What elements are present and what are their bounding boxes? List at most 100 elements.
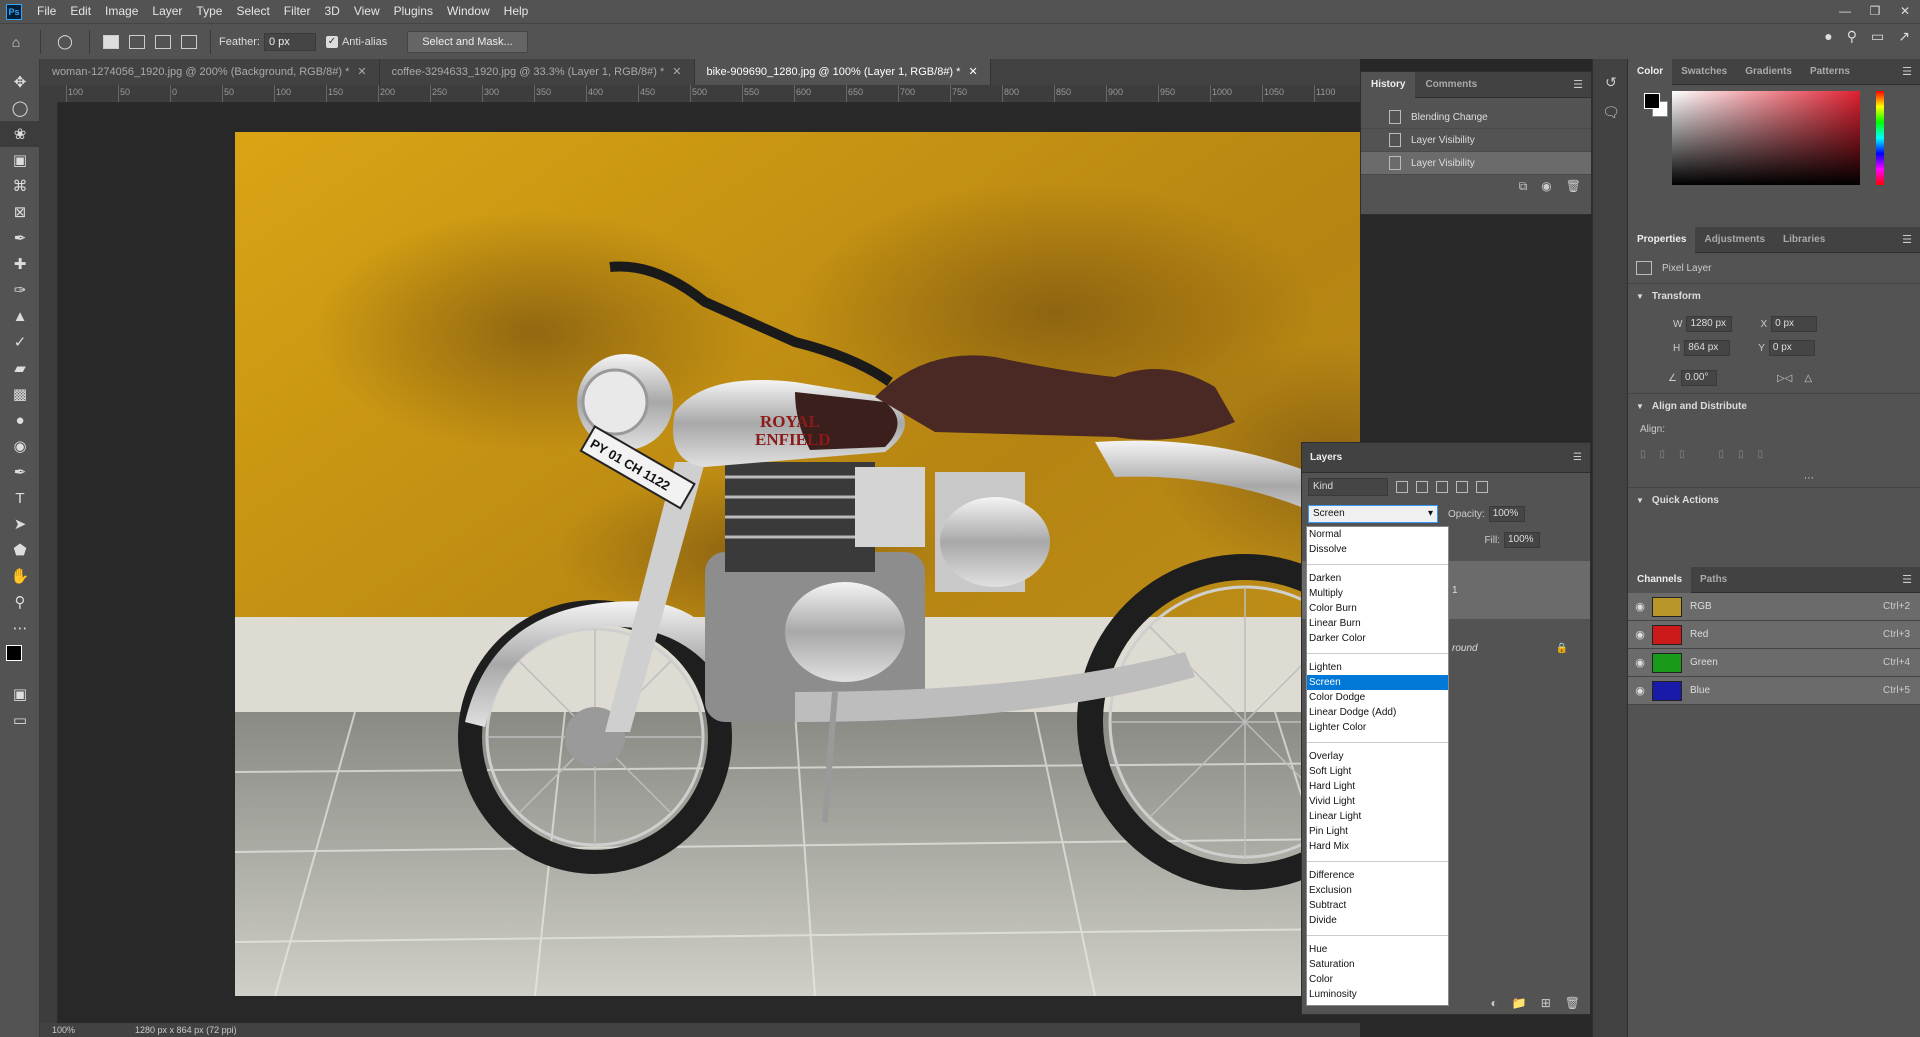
blend-option[interactable]: Lighter Color (1307, 720, 1448, 735)
healing-brush-tool-icon[interactable]: ✚ (0, 251, 40, 277)
screen-mode-icon[interactable]: ▭ (0, 707, 40, 733)
align-bottom-icon[interactable]: ▯ (1758, 449, 1764, 460)
top-ruler[interactable]: 100 50 0 50 100 150 200 250 300 350 400 450 500 550 60… (58, 85, 1360, 103)
visibility-eye-icon[interactable]: ◉ (1628, 656, 1652, 669)
feather-input[interactable]: 0 px (263, 32, 316, 51)
shape-filter-icon[interactable] (1456, 481, 1468, 493)
menu-layer[interactable]: Layer (145, 0, 189, 23)
y-input[interactable]: 0 px (1768, 340, 1815, 356)
align-section-title[interactable]: ▼ Align and Distribute (1628, 393, 1920, 419)
blend-option[interactable]: Saturation (1307, 957, 1448, 972)
minimize-icon[interactable]: — (1830, 0, 1860, 23)
history-brush-tool-icon[interactable]: ✓ (0, 329, 40, 355)
tab-gradients[interactable]: Gradients (1736, 59, 1801, 85)
lock-icon[interactable]: 🔒 (1556, 643, 1568, 654)
add-selection-icon[interactable] (129, 34, 145, 49)
type-tool-icon[interactable]: T (0, 485, 40, 511)
path-selection-tool-icon[interactable]: ➤ (0, 511, 40, 537)
kind-filter-select[interactable]: Kind (1308, 478, 1388, 496)
blend-option[interactable]: Soft Light (1307, 764, 1448, 779)
pen-tool-icon[interactable]: ✒ (0, 459, 40, 485)
panel-menu-icon[interactable]: ☰ (1902, 573, 1912, 586)
pixel-filter-icon[interactable] (1396, 481, 1408, 493)
trash-icon[interactable]: 🗑 (1565, 996, 1580, 1010)
blend-option[interactable]: Pin Light (1307, 824, 1448, 839)
move-tool-icon[interactable]: ✥ (0, 69, 40, 95)
smart-object-filter-icon[interactable] (1476, 481, 1488, 493)
new-document-from-state-icon[interactable]: ⧉ (1519, 179, 1528, 194)
snapshot-icon[interactable]: ◉ (1541, 179, 1551, 194)
flip-vertical-icon[interactable]: △ (1804, 373, 1812, 384)
more-options-icon[interactable]: ⋯ (1628, 469, 1920, 487)
layers-title[interactable]: Layers (1310, 452, 1342, 463)
blend-option[interactable]: Normal (1307, 527, 1448, 542)
tab-patterns[interactable]: Patterns (1801, 59, 1859, 85)
quick-actions-section-title[interactable]: ▼ Quick Actions (1628, 487, 1920, 513)
blend-option[interactable]: Color (1307, 972, 1448, 987)
dodge-tool-icon[interactable]: ◉ (0, 433, 40, 459)
blur-tool-icon[interactable]: ● (0, 407, 40, 433)
align-middle-icon[interactable]: ▯ (1738, 449, 1744, 460)
blend-option[interactable]: Vivid Light (1307, 794, 1448, 809)
blend-option[interactable]: Linear Dodge (Add) (1307, 705, 1448, 720)
history-panel-icon[interactable]: ↺ (1593, 67, 1629, 97)
type-filter-icon[interactable] (1436, 481, 1448, 493)
opacity-input[interactable]: 100% (1488, 506, 1525, 522)
history-row[interactable]: Layer Visibility (1361, 152, 1591, 175)
panel-menu-icon[interactable]: ☰ (1573, 452, 1582, 463)
fill-input[interactable]: 100% (1504, 532, 1540, 548)
canvas-area[interactable]: ROYAL ENFIELD PY 01 CH 1122 (58, 103, 1360, 1023)
hue-slider[interactable] (1876, 91, 1884, 185)
tab-paths[interactable]: Paths (1691, 567, 1736, 593)
tab-comments[interactable]: Comments (1415, 72, 1487, 98)
subtract-selection-icon[interactable] (155, 34, 171, 49)
blend-option[interactable]: Screen (1307, 675, 1448, 690)
menu-edit[interactable]: Edit (63, 0, 98, 23)
tab-color[interactable]: Color (1628, 58, 1673, 85)
trash-icon[interactable]: 🗑 (1566, 179, 1581, 194)
adjustment-filter-icon[interactable] (1416, 481, 1428, 493)
visibility-eye-icon[interactable]: ◉ (1628, 684, 1652, 697)
height-input[interactable]: 864 px (1684, 340, 1731, 356)
channel-row[interactable]: ◉ Red Ctrl+3 (1628, 621, 1920, 649)
blend-option[interactable]: Luminosity (1307, 987, 1448, 1002)
blend-option[interactable]: Overlay (1307, 749, 1448, 764)
angle-input[interactable]: 0.00° (1680, 370, 1717, 386)
menu-type[interactable]: Type (189, 0, 229, 23)
menu-select[interactable]: Select (229, 0, 276, 23)
marquee-tool-icon[interactable]: ◯ (0, 95, 40, 121)
shape-tool-icon[interactable]: ⬟ (0, 537, 40, 563)
antialias-checkbox[interactable]: ✓ (325, 35, 338, 48)
blend-option[interactable]: Exclusion (1307, 883, 1448, 898)
comments-panel-icon[interactable]: 🗨 (1593, 97, 1629, 127)
quick-mask-icon[interactable]: ▣ (0, 681, 40, 707)
new-layer-icon[interactable]: ⊞ (1541, 996, 1551, 1010)
zoom-level[interactable]: 100% (52, 1025, 75, 1035)
photoshop-logo[interactable]: Ps (6, 3, 22, 20)
crop-tool-icon[interactable]: ⌘ (0, 173, 40, 199)
object-selection-tool-icon[interactable]: ▣ (0, 147, 40, 173)
menu-view[interactable]: View (347, 0, 387, 23)
blend-option[interactable]: Lighten (1307, 660, 1448, 675)
blend-option[interactable]: Linear Light (1307, 809, 1448, 824)
visibility-eye-icon[interactable]: ◉ (1628, 628, 1652, 641)
close-tab-icon[interactable]: ✕ (672, 66, 681, 78)
panel-menu-icon[interactable]: ☰ (1902, 233, 1912, 246)
blend-option[interactable]: Linear Burn (1307, 616, 1448, 631)
align-right-icon[interactable]: ▯ (1679, 449, 1685, 460)
brush-tool-icon[interactable]: ✑ (0, 277, 40, 303)
close-tab-icon[interactable]: ✕ (968, 66, 977, 78)
lasso-tool-icon[interactable]: ❀ (0, 121, 40, 147)
tab-libraries[interactable]: Libraries (1774, 227, 1834, 253)
blend-mode-select[interactable]: Screen ▾ (1308, 505, 1438, 523)
eraser-tool-icon[interactable]: ▰ (0, 355, 40, 381)
lasso-tool-preset-icon[interactable]: ◯ (55, 32, 75, 52)
tab-coffee[interactable]: coffee-3294633_1920.jpg @ 33.3% (Layer 1… (379, 59, 695, 85)
width-input[interactable]: 1280 px (1686, 316, 1733, 332)
document-image[interactable]: ROYAL ENFIELD PY 01 CH 1122 (235, 132, 1360, 996)
blend-option[interactable]: Hue (1307, 942, 1448, 957)
menu-help[interactable]: Help (497, 0, 536, 23)
adjustment-layer-icon[interactable]: ◐ (1491, 996, 1498, 1010)
share-icon[interactable]: ● (1824, 28, 1832, 45)
search-icon[interactable]: ⚲ (1847, 28, 1857, 45)
